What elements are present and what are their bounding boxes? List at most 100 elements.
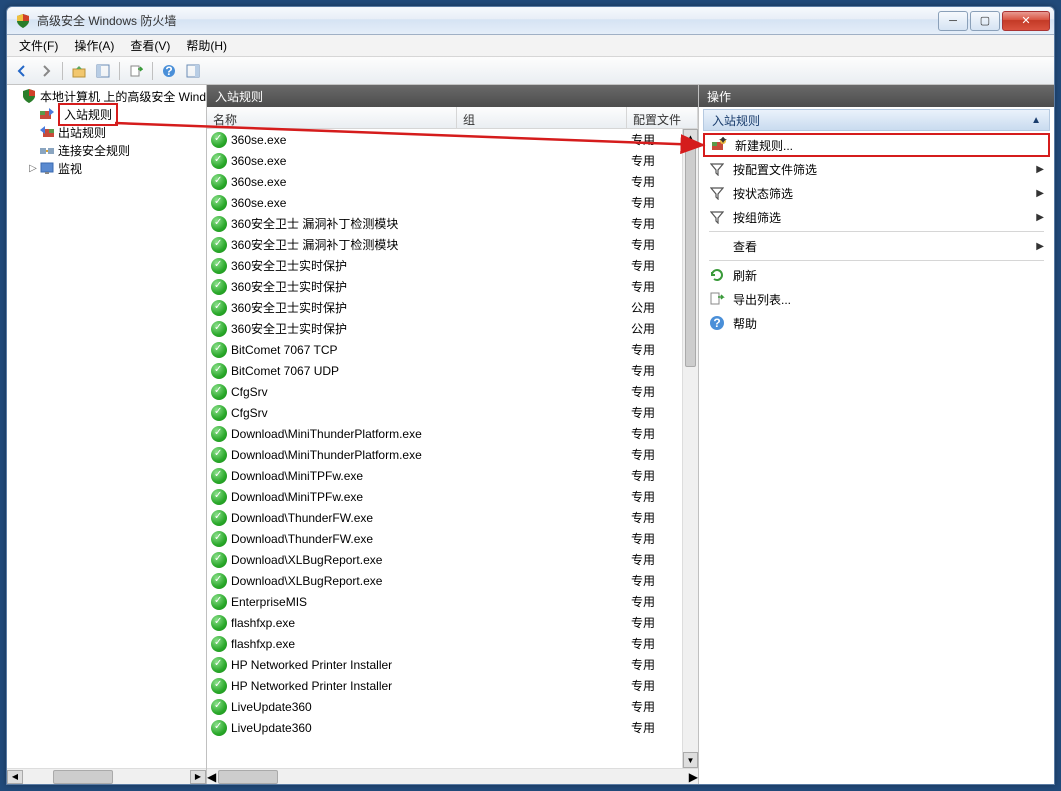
rule-row[interactable]: HP Networked Printer Installer专用 xyxy=(207,675,698,696)
scroll-left-icon[interactable]: ◀ xyxy=(207,770,216,784)
status-enabled-icon xyxy=(211,300,227,316)
rule-row[interactable]: 360安全卫士实时保护公用 xyxy=(207,318,698,339)
show-hide-tree-button[interactable] xyxy=(92,60,114,82)
rule-row[interactable]: CfgSrv专用 xyxy=(207,402,698,423)
rule-row[interactable]: 360安全卫士 漏洞补丁检测模块专用 xyxy=(207,213,698,234)
forward-button[interactable] xyxy=(35,60,57,82)
rule-row[interactable]: CfgSrv专用 xyxy=(207,381,698,402)
tree-outbound-rules[interactable]: 出站规则 xyxy=(7,123,206,141)
svg-text:?: ? xyxy=(713,316,720,330)
rule-row[interactable]: Download\XLBugReport.exe专用 xyxy=(207,570,698,591)
list-pane: 入站规则 名称 组 配置文件 360se.exe专用360se.exe专用360… xyxy=(207,85,699,784)
tree-item-label: 入站规则 xyxy=(64,108,112,122)
rule-row[interactable]: LiveUpdate360专用 xyxy=(207,696,698,717)
rule-profile: 专用 xyxy=(631,593,671,610)
minimize-button[interactable]: ─ xyxy=(938,11,968,31)
expand-icon[interactable]: ▷ xyxy=(27,163,39,174)
tree-monitoring[interactable]: ▷ 监视 xyxy=(7,159,206,177)
rule-row[interactable]: flashfxp.exe专用 xyxy=(207,633,698,654)
rule-list[interactable]: 360se.exe专用360se.exe专用360se.exe专用360se.e… xyxy=(207,129,698,768)
rule-row[interactable]: Download\ThunderFW.exe专用 xyxy=(207,507,698,528)
rule-profile: 专用 xyxy=(631,719,671,736)
rule-row[interactable]: LiveUpdate360专用 xyxy=(207,717,698,738)
rule-name: HP Networked Printer Installer xyxy=(231,658,461,672)
rule-row[interactable]: 360se.exe专用 xyxy=(207,129,698,150)
action-help[interactable]: ?帮助 xyxy=(703,311,1050,335)
back-button[interactable] xyxy=(11,60,33,82)
list-scrollbar-vertical[interactable]: ▲ ▼ xyxy=(682,129,698,768)
rule-row[interactable]: 360安全卫士实时保护专用 xyxy=(207,255,698,276)
close-button[interactable]: ✕ xyxy=(1002,11,1050,31)
collapse-section-icon[interactable]: ▲ xyxy=(1031,115,1041,126)
rule-row[interactable]: 360安全卫士实时保护公用 xyxy=(207,297,698,318)
action-label: 按状态筛选 xyxy=(733,185,1028,202)
firewall-icon xyxy=(21,88,37,104)
rule-row[interactable]: 360se.exe专用 xyxy=(207,150,698,171)
scroll-right-icon[interactable]: ▶ xyxy=(689,770,698,784)
action-label: 刷新 xyxy=(733,267,1036,284)
rule-row[interactable]: 360se.exe专用 xyxy=(207,192,698,213)
rule-row[interactable]: Download\XLBugReport.exe专用 xyxy=(207,549,698,570)
scroll-down-icon[interactable]: ▼ xyxy=(683,752,698,768)
up-level-button[interactable] xyxy=(68,60,90,82)
rule-name: BitComet 7067 TCP xyxy=(231,343,461,357)
tree-connection-security[interactable]: 连接安全规则 xyxy=(7,141,206,159)
scroll-left-icon[interactable]: ◀ xyxy=(7,770,23,784)
menu-file[interactable]: 文件(F) xyxy=(11,34,66,57)
tree-body[interactable]: 本地计算机 上的高级安全 Wind 入站规则 出站规则 连接安全规则 xyxy=(7,85,206,768)
action-export[interactable]: 导出列表... xyxy=(703,287,1050,311)
scroll-thumb[interactable] xyxy=(218,770,278,784)
rule-name: Download\ThunderFW.exe xyxy=(231,532,461,546)
rule-profile: 专用 xyxy=(631,614,671,631)
scroll-thumb[interactable] xyxy=(53,770,113,784)
titlebar[interactable]: 高级安全 Windows 防火墙 ─ ▢ ✕ xyxy=(7,7,1054,35)
export-button[interactable] xyxy=(125,60,147,82)
rule-row[interactable]: Download\ThunderFW.exe专用 xyxy=(207,528,698,549)
filter-icon xyxy=(709,185,725,201)
rule-row[interactable]: Download\MiniThunderPlatform.exe专用 xyxy=(207,444,698,465)
rule-name: Download\ThunderFW.exe xyxy=(231,511,461,525)
submenu-arrow-icon xyxy=(1036,241,1044,252)
rule-name: 360se.exe xyxy=(231,175,461,189)
submenu-arrow-icon xyxy=(1036,188,1044,199)
action-new_rule[interactable]: ✦新建规则... xyxy=(703,133,1050,157)
maximize-button[interactable]: ▢ xyxy=(970,11,1000,31)
rule-row[interactable]: 360安全卫士 漏洞补丁检测模块专用 xyxy=(207,234,698,255)
scroll-up-icon[interactable]: ▲ xyxy=(683,129,698,145)
menu-help[interactable]: 帮助(H) xyxy=(178,34,235,57)
rule-row[interactable]: HP Networked Printer Installer专用 xyxy=(207,654,698,675)
rule-row[interactable]: Download\MiniThunderPlatform.exe专用 xyxy=(207,423,698,444)
rule-name: 360安全卫士实时保护 xyxy=(231,278,461,295)
rule-row[interactable]: BitComet 7067 UDP专用 xyxy=(207,360,698,381)
column-header-group[interactable]: 组 xyxy=(457,107,627,128)
tree-scrollbar-horizontal[interactable]: ◀ ▶ xyxy=(7,768,206,784)
rule-row[interactable]: BitComet 7067 TCP专用 xyxy=(207,339,698,360)
submenu-arrow-icon xyxy=(1036,164,1044,175)
list-scrollbar-horizontal[interactable]: ◀ ▶ xyxy=(207,768,698,784)
column-header-profile[interactable]: 配置文件 xyxy=(627,107,698,128)
action-view[interactable]: 查看 xyxy=(703,234,1050,258)
rule-row[interactable]: 360se.exe专用 xyxy=(207,171,698,192)
rule-row[interactable]: Download\MiniTPFw.exe专用 xyxy=(207,486,698,507)
column-header-name[interactable]: 名称 xyxy=(207,107,457,128)
menu-action[interactable]: 操作(A) xyxy=(66,34,122,57)
actions-pane: 操作 入站规则 ▲ ✦新建规则...按配置文件筛选按状态筛选按组筛选查看刷新导出… xyxy=(699,85,1054,784)
action-filter_group[interactable]: 按组筛选 xyxy=(703,205,1050,229)
action-filter_state[interactable]: 按状态筛选 xyxy=(703,181,1050,205)
rule-name: 360se.exe xyxy=(231,196,461,210)
tree-inbound-rules[interactable]: 入站规则 xyxy=(7,105,206,123)
rule-row[interactable]: 360安全卫士实时保护专用 xyxy=(207,276,698,297)
rule-row[interactable]: Download\MiniTPFw.exe专用 xyxy=(207,465,698,486)
rule-profile: 专用 xyxy=(631,131,671,148)
menu-view[interactable]: 查看(V) xyxy=(122,34,178,57)
help-button[interactable]: ? xyxy=(158,60,180,82)
rule-profile: 专用 xyxy=(631,488,671,505)
actions-section-header[interactable]: 入站规则 ▲ xyxy=(703,109,1050,131)
rule-row[interactable]: flashfxp.exe专用 xyxy=(207,612,698,633)
action-filter_profile[interactable]: 按配置文件筛选 xyxy=(703,157,1050,181)
show-hide-actions-button[interactable] xyxy=(182,60,204,82)
scroll-right-icon[interactable]: ▶ xyxy=(190,770,206,784)
scroll-thumb-vertical[interactable] xyxy=(685,147,696,367)
rule-row[interactable]: EnterpriseMIS专用 xyxy=(207,591,698,612)
action-refresh[interactable]: 刷新 xyxy=(703,263,1050,287)
